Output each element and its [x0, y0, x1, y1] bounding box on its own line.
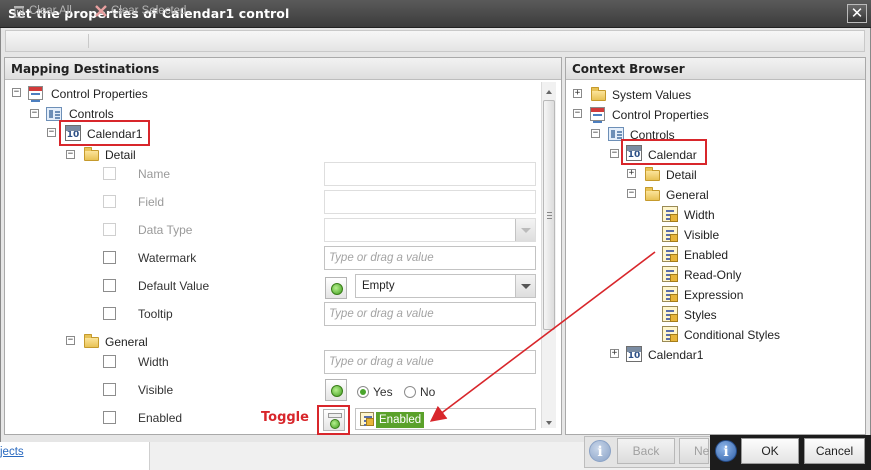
next-button[interactable]: Ne [679, 438, 709, 464]
cancel-button[interactable]: Cancel [804, 438, 865, 464]
info-icon[interactable]: i [589, 440, 611, 462]
background-pane: jects [0, 442, 150, 470]
ok-button[interactable]: OK [741, 438, 799, 464]
drag-arrow-annotation [429, 251, 656, 422]
info-icon[interactable]: i [715, 440, 737, 462]
back-button[interactable]: Back [617, 438, 675, 464]
background-link[interactable]: jects [0, 446, 24, 458]
arrow-line [429, 251, 656, 422]
